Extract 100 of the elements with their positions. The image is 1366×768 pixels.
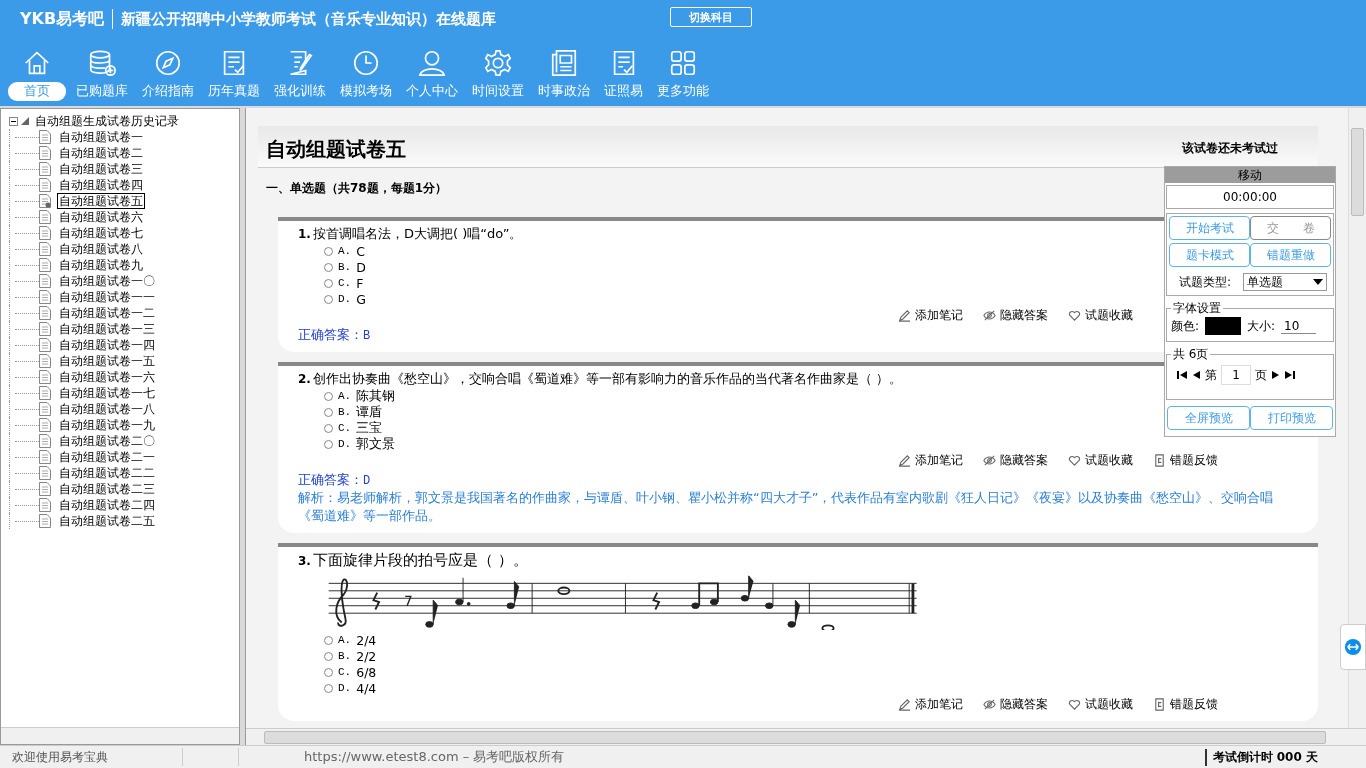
tree-item[interactable]: 自动组题试卷一六 [57, 369, 157, 385]
tree-item[interactable]: 自动组题试卷一九 [57, 417, 157, 433]
page-number-field[interactable]: 1 [1221, 365, 1251, 385]
tree-item[interactable]: 自动组题试卷二一 [57, 449, 157, 465]
document-icon[interactable] [1153, 454, 1166, 467]
tree-item[interactable]: 自动组题试卷二五 [57, 513, 157, 529]
option-text: 陈其钢 [356, 387, 396, 405]
font-size-field[interactable]: 10 [1281, 318, 1317, 334]
radio-button[interactable] [324, 635, 333, 645]
first-page-icon[interactable] [1177, 370, 1187, 380]
next-page-icon[interactable] [1271, 370, 1281, 380]
panel-title-bar[interactable]: 移动 [1165, 167, 1335, 183]
collapse-toggle[interactable] [9, 116, 18, 126]
tree-item[interactable]: 自动组题试卷四 [57, 177, 145, 193]
grid-icon[interactable] [668, 48, 698, 78]
document-icon [39, 210, 51, 224]
tree-item[interactable]: 自动组题试卷一三 [57, 321, 157, 337]
question-action-link[interactable]: 添加笔记 [915, 696, 963, 713]
question-action-link[interactable]: 隐藏答案 [1000, 696, 1048, 713]
option-text: F [356, 275, 364, 291]
previous-page-icon[interactable] [1191, 370, 1201, 380]
tree-item[interactable]: 自动组题试卷一八 [57, 401, 157, 417]
tree-item[interactable]: 自动组题试卷一二 [57, 305, 157, 321]
user-icon[interactable] [417, 48, 447, 78]
question-action-link[interactable]: 试题收藏 [1085, 696, 1133, 713]
document-icon [39, 226, 51, 240]
tree-item[interactable]: 自动组题试卷一〇 [57, 273, 157, 289]
tree-item[interactable]: 自动组题试卷二三 [57, 481, 157, 497]
option-letter: B. [338, 650, 352, 662]
tree-item[interactable]: 自动组题试卷二 [57, 145, 145, 161]
answer-value: D [363, 474, 371, 488]
tree-item[interactable]: 自动组题试卷一 [57, 129, 145, 145]
horizontal-scrollbar[interactable] [246, 728, 1366, 745]
question-action-link[interactable]: 错题反馈 [1170, 452, 1218, 469]
pencil-icon[interactable] [898, 454, 911, 467]
pencil-icon[interactable] [898, 698, 911, 711]
radio-button[interactable] [324, 278, 333, 288]
eye-icon[interactable] [983, 454, 996, 467]
tree-item[interactable]: 自动组题试卷九 [57, 257, 145, 273]
radio-button[interactable] [324, 294, 333, 304]
option-letter: D. [338, 682, 352, 694]
radio-button[interactable] [324, 423, 333, 433]
section-heading: 一、单选题（共78题，每题1分） [265, 180, 449, 197]
radio-button[interactable] [324, 683, 333, 693]
paper-status: 该试卷还未考试过 [1182, 140, 1278, 157]
document-icon [39, 434, 51, 448]
tree-item[interactable]: 自动组题试卷一一 [57, 289, 157, 305]
radio-button[interactable] [324, 262, 333, 272]
tree-item[interactable]: 自动组题试卷二〇 [57, 433, 157, 449]
question-action-link[interactable]: 添加笔记 [915, 307, 963, 324]
triangle-icon [21, 117, 29, 125]
eye-icon[interactable] [983, 309, 996, 322]
question-type-label: 试题类型: [1179, 273, 1232, 291]
tree-item[interactable]: 自动组题试卷五 [57, 193, 145, 209]
option-text: 郭文景 [356, 435, 396, 453]
heart-icon[interactable] [1068, 454, 1081, 467]
question-text: 创作出协奏曲《愁空山》，交响合唱《蜀道难》等一部有影响力的音乐作品的当代著名作曲家是（ ）。 [312, 370, 903, 388]
question-action-link[interactable]: 隐藏答案 [1000, 452, 1048, 469]
eye-icon[interactable] [983, 698, 996, 711]
document-icon [39, 354, 51, 368]
tree-item[interactable]: 自动组题试卷一五 [57, 353, 157, 369]
question-type-dropdown[interactable]: 单选题 [1243, 273, 1327, 291]
tree-item[interactable]: 自动组题试卷八 [57, 241, 145, 257]
document-icon[interactable] [1153, 698, 1166, 711]
news-icon[interactable] [549, 48, 579, 78]
tree-item[interactable]: 自动组题试卷一四 [57, 337, 157, 353]
horizontal-scrollbar[interactable] [1, 727, 239, 744]
compass-icon[interactable] [153, 48, 183, 78]
tree-item[interactable]: 自动组题试卷七 [57, 225, 145, 241]
question-action-link[interactable]: 试题收藏 [1085, 307, 1133, 324]
radio-button[interactable] [324, 391, 333, 401]
radio-button[interactable] [324, 651, 333, 661]
last-page-icon[interactable] [1285, 370, 1295, 380]
radio-button[interactable] [324, 246, 333, 256]
tree-item[interactable]: 自动组题试卷三 [57, 161, 145, 177]
document-icon [39, 402, 51, 416]
question-action-link[interactable]: 隐藏答案 [1000, 307, 1048, 324]
radio-button[interactable] [324, 439, 333, 449]
tree-item[interactable]: 自动组题试卷二二 [57, 465, 157, 481]
page-suffix: 页 [1255, 366, 1267, 384]
question-action-link[interactable]: 添加笔记 [915, 452, 963, 469]
tree-item[interactable]: 自动组题试卷二四 [57, 497, 157, 513]
question-action-link[interactable]: 错题反馈 [1170, 696, 1218, 713]
heart-icon[interactable] [1068, 698, 1081, 711]
exam-countdown: 考试倒计时 000 天 [1204, 748, 1366, 766]
radio-button[interactable] [324, 407, 333, 417]
remote-support-tab[interactable] [1340, 624, 1366, 670]
database-icon[interactable] [87, 48, 117, 78]
tree-item[interactable]: 自动组题试卷一七 [57, 385, 157, 401]
heart-icon[interactable] [1068, 309, 1081, 322]
clock-icon[interactable] [351, 48, 381, 78]
radio-button[interactable] [324, 667, 333, 677]
gear-icon[interactable] [483, 48, 513, 78]
document-icon [39, 514, 51, 528]
tree-root-label[interactable]: 自动组题生成试卷历史记录 [33, 113, 181, 129]
question-action-link[interactable]: 试题收藏 [1085, 452, 1133, 469]
vertical-scrollbar[interactable] [1348, 108, 1366, 728]
font-color-swatch[interactable] [1205, 317, 1242, 335]
tree-item[interactable]: 自动组题试卷六 [57, 209, 145, 225]
pencil-icon[interactable] [898, 309, 911, 322]
